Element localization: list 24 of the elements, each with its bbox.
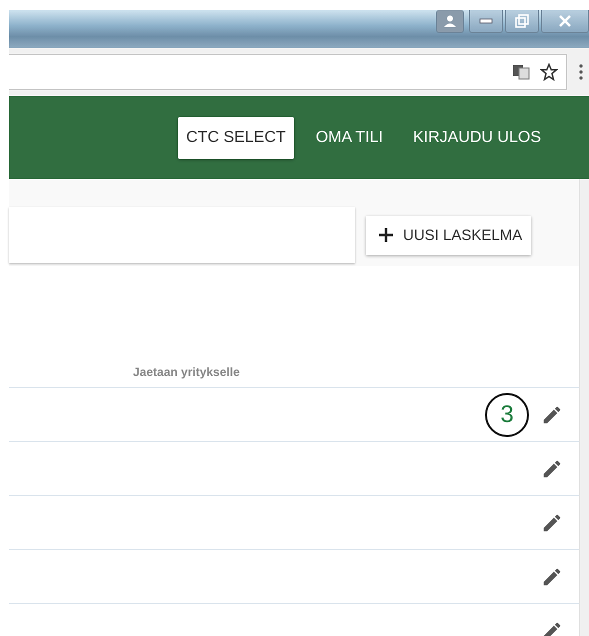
restore-icon xyxy=(515,14,529,28)
nav-link[interactable]: CTC SELECT xyxy=(178,116,294,158)
close-button[interactable] xyxy=(541,10,589,33)
edit-icon[interactable] xyxy=(541,566,563,588)
maximize-button[interactable] xyxy=(505,10,539,33)
new-calculation-button[interactable]: UUSI LASKELMA xyxy=(366,216,532,254)
edit-icon[interactable] xyxy=(541,512,563,534)
edit-icon[interactable] xyxy=(541,458,563,480)
plus-icon xyxy=(378,227,394,243)
edit-icon[interactable] xyxy=(541,620,563,636)
minimize-icon xyxy=(479,18,493,24)
star-icon[interactable] xyxy=(540,63,558,81)
scrollbar[interactable] xyxy=(579,179,589,636)
column-header: Jaetaan yritykselle xyxy=(133,365,240,379)
minimize-button[interactable] xyxy=(469,10,503,33)
menu-icon[interactable] xyxy=(579,64,583,80)
close-icon xyxy=(558,15,572,27)
nav-link[interactable]: KIRJAUDU ULOS xyxy=(404,116,549,158)
search-field[interactable] xyxy=(9,207,355,263)
edit-icon[interactable] xyxy=(541,404,563,426)
profile-icon[interactable] xyxy=(436,10,464,33)
translate-icon[interactable] xyxy=(512,64,530,80)
nav-link[interactable]: OMA TILI xyxy=(308,116,391,158)
callout-number: 3 xyxy=(485,392,529,436)
